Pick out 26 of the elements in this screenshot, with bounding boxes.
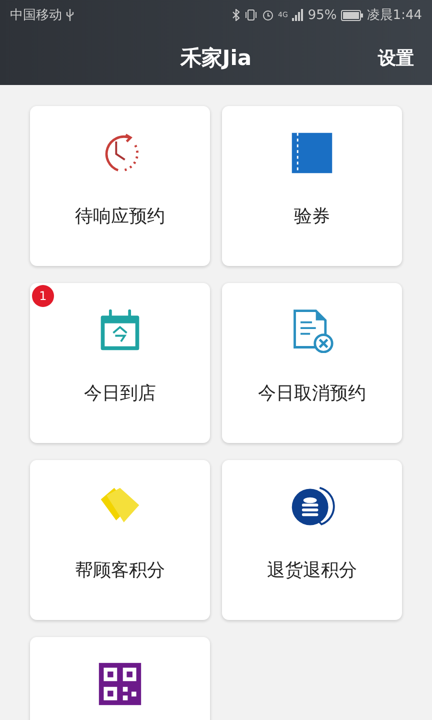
alarm-icon xyxy=(262,9,274,21)
bluetooth-icon xyxy=(232,9,240,21)
clock-time: 凌晨1:44 xyxy=(366,7,422,24)
vibrate-icon xyxy=(244,9,258,21)
tile-label: 帮顾客积分 xyxy=(75,559,165,582)
menu-tile[interactable]: 帮顾客积分 xyxy=(30,460,210,620)
tile-label: 退货退积分 xyxy=(267,559,357,582)
tile-label: 验券 xyxy=(294,205,330,228)
tile-label: 今日取消预约 xyxy=(258,382,366,405)
battery-percent: 95% xyxy=(308,8,337,22)
carrier-name: 中国移动 xyxy=(10,7,62,24)
battery-icon xyxy=(340,10,363,20)
menu-tile[interactable]: 验券 xyxy=(222,106,402,266)
notification-badge: 1 xyxy=(32,285,54,307)
menu-tile[interactable]: 今日取消预约 xyxy=(222,283,402,443)
ticket-icon xyxy=(289,130,335,176)
app-title: 禾家Jia xyxy=(180,44,252,72)
menu-tile[interactable]: 1 今日到店 xyxy=(30,283,210,443)
settings-button[interactable]: 设置 xyxy=(378,44,414,72)
usb-icon xyxy=(66,9,74,21)
signal-icon xyxy=(292,9,304,21)
tile-label: 今日到店 xyxy=(84,382,156,405)
menu-tile[interactable]: 待响应预约 xyxy=(30,106,210,266)
tile-label: 待响应预约 xyxy=(75,205,165,228)
qr-code-icon xyxy=(97,661,143,707)
menu-tile[interactable]: 退货退积分 xyxy=(222,460,402,620)
